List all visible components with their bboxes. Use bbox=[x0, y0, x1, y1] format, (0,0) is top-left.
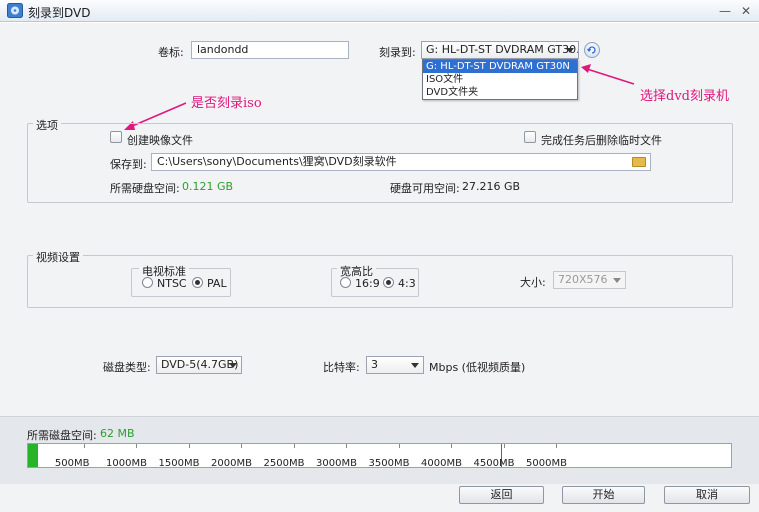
bitrate-unit: Mbps (低视频质量) bbox=[429, 361, 526, 374]
pal-radio[interactable] bbox=[192, 277, 203, 288]
start-button[interactable]: 开始 bbox=[562, 486, 645, 504]
aspect-4-3-label: 4:3 bbox=[398, 277, 416, 290]
scale-tick-label: 2500MB bbox=[263, 458, 305, 469]
scale-tickmark bbox=[556, 444, 557, 448]
scale-tickmark bbox=[451, 444, 452, 448]
chevron-down-icon bbox=[613, 278, 621, 283]
size-select[interactable]: 720X576 bbox=[553, 271, 626, 289]
scale-tick-label: 4500MB bbox=[473, 458, 515, 469]
disk-space-fill bbox=[28, 444, 38, 467]
save-to-input[interactable]: C:\Users\sony\Documents\狸窝\DVD刻录软件 bbox=[151, 153, 651, 171]
scale-tick-label: 3500MB bbox=[368, 458, 410, 469]
scale-tick-label: 4000MB bbox=[421, 458, 462, 469]
options-group-title: 选项 bbox=[33, 117, 61, 133]
annotation-burner: 选择dvd刻录机 bbox=[640, 89, 729, 104]
scale-tick-label: 2000MB bbox=[211, 458, 252, 469]
scale-tick-label: 500MB bbox=[54, 458, 90, 469]
disc-type-value: DVD-5(4.7GB) bbox=[161, 358, 239, 371]
scale-tick-label: 1000MB bbox=[106, 458, 147, 469]
pal-label: PAL bbox=[207, 277, 227, 290]
annotation-iso: 是否刻录iso bbox=[191, 96, 262, 111]
create-image-label: 创建映像文件 bbox=[127, 134, 193, 147]
cancel-button[interactable]: 取消 bbox=[664, 486, 750, 504]
aspect-4-3-radio[interactable] bbox=[383, 277, 394, 288]
scale-tickmark bbox=[136, 444, 137, 448]
chevron-down-icon bbox=[229, 363, 237, 368]
scale-tickmark bbox=[241, 444, 242, 448]
bitrate-value: 3 bbox=[371, 358, 378, 371]
available-space-value: 27.216 GB bbox=[462, 180, 521, 193]
disk-space-label: 所需磁盘空间: bbox=[27, 429, 97, 442]
folder-icon[interactable] bbox=[632, 157, 646, 167]
scale-tickmark bbox=[293, 444, 295, 448]
delete-temp-label: 完成任务后删除临时文件 bbox=[541, 134, 662, 147]
disc-type-select[interactable]: DVD-5(4.7GB) bbox=[156, 356, 242, 374]
ntsc-label: NTSC bbox=[157, 277, 187, 290]
scale-tickmark bbox=[188, 444, 190, 448]
bitrate-select[interactable]: 3 bbox=[366, 356, 424, 374]
aspect-16-9-radio[interactable] bbox=[340, 277, 351, 288]
disk-space-scale: 500MB 1000MB 1500MB 2000MB 2500MB 3000MB 3500M… bbox=[27, 443, 732, 469]
back-button[interactable]: 返回 bbox=[459, 486, 544, 504]
required-space-label: 所需硬盘空间: bbox=[110, 182, 180, 195]
scale-tickmark bbox=[398, 444, 400, 448]
disk-space-value: 62 MB bbox=[100, 427, 135, 440]
bitrate-label: 比特率: bbox=[323, 361, 360, 374]
ntsc-radio[interactable] bbox=[142, 277, 153, 288]
scale-tickmark bbox=[503, 444, 505, 448]
scale-tick-label: 3000MB bbox=[316, 458, 357, 469]
chevron-down-icon bbox=[411, 363, 419, 368]
required-space-value: 0.121 GB bbox=[182, 180, 234, 193]
disc-type-label: 磁盘类型: bbox=[103, 361, 151, 374]
video-settings-title: 视频设置 bbox=[33, 249, 83, 265]
scale-tickmark bbox=[83, 444, 85, 448]
size-label: 大小: bbox=[520, 276, 546, 289]
delete-temp-checkbox[interactable] bbox=[524, 131, 536, 143]
scale-tickmark bbox=[346, 444, 347, 448]
scale-tick-label: 1500MB bbox=[158, 458, 200, 469]
save-to-path: C:\Users\sony\Documents\狸窝\DVD刻录软件 bbox=[157, 155, 397, 168]
save-to-label: 保存到: bbox=[110, 158, 147, 171]
create-image-checkbox[interactable] bbox=[110, 131, 122, 143]
available-space-label: 硬盘可用空间: bbox=[390, 182, 460, 195]
scale-tick-label: 5000MB bbox=[526, 458, 567, 469]
aspect-16-9-label: 16:9 bbox=[355, 277, 380, 290]
size-value: 720X576 bbox=[558, 273, 608, 286]
